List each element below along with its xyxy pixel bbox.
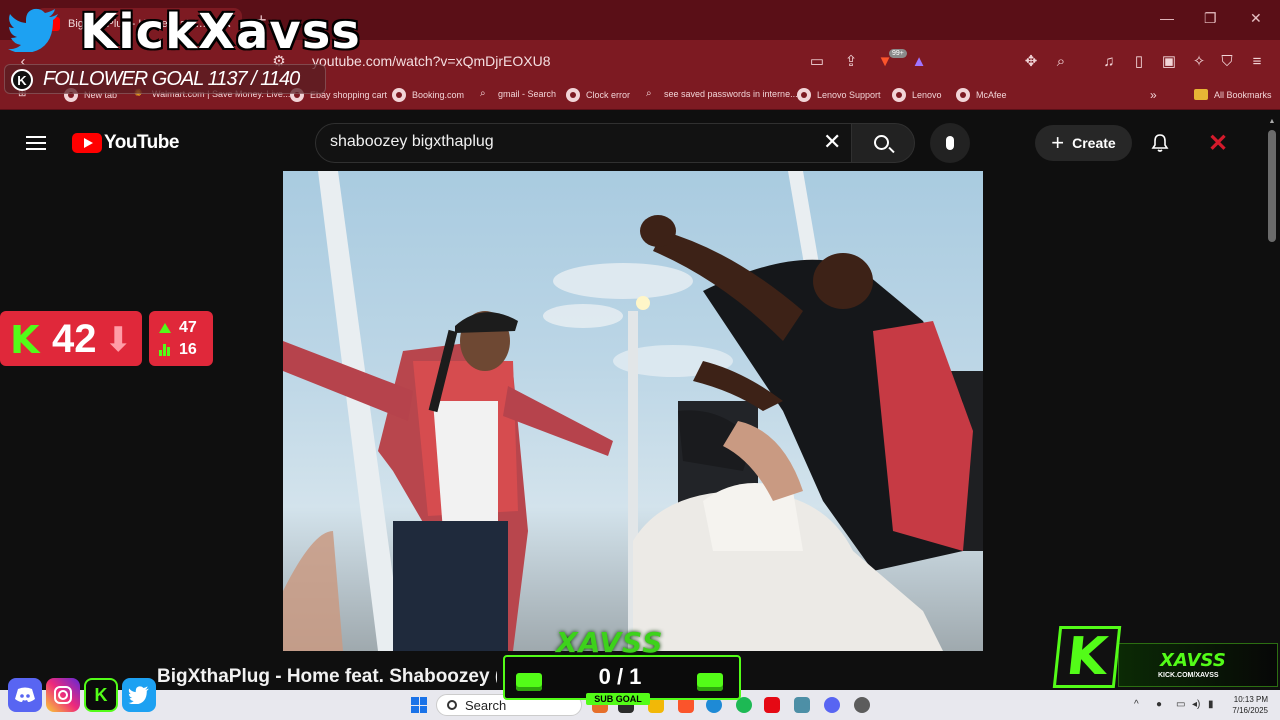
minimize-icon[interactable]: — (1160, 10, 1174, 26)
volume-icon[interactable]: ◂) (1192, 699, 1200, 710)
kick-viewer-widget: K 42 ⬇ (0, 311, 142, 366)
globe-icon (797, 88, 811, 102)
brand-url: KICK.COM/XAVSS (1158, 672, 1219, 679)
discord-icon (8, 678, 42, 712)
notifications-bell-icon[interactable] (1150, 133, 1170, 153)
tray-overflow-icon[interactable]: ^ (1134, 699, 1139, 710)
green-gem-icon (516, 673, 542, 691)
sidebar-icon[interactable]: ▯ (1130, 52, 1148, 70)
sub-goal-count: 0 / 1 (598, 664, 642, 689)
viewer-count: 42 (52, 317, 97, 361)
media-icon[interactable]: ♫ (1100, 52, 1118, 70)
netflix-icon[interactable] (764, 697, 780, 713)
plus-icon: + (1051, 130, 1065, 155)
bookmark-gmail-search[interactable]: ⌕ gmail - Search (480, 88, 556, 100)
discord-icon[interactable] (824, 697, 840, 713)
twitter-bird-icon (8, 8, 58, 52)
video-player[interactable] (283, 171, 983, 651)
close-window-icon[interactable]: ✕ (1250, 10, 1262, 27)
stats-widget: 47 16 (149, 311, 213, 366)
twitter-icon (122, 678, 156, 712)
bookmark-saved-passwords[interactable]: ⌕ see saved passwords in interne... (646, 88, 798, 100)
bookmark-booking[interactable]: Booking.com (392, 88, 464, 102)
scroll-up-arrow-icon[interactable]: ▲ (1268, 118, 1276, 125)
vpn-icon[interactable]: ⛉ (1218, 52, 1236, 70)
globe-icon (392, 88, 406, 102)
account-avatar-icon[interactable]: ✕ (1208, 129, 1228, 158)
kick-badge-icon: K (11, 69, 33, 91)
extensions-icon[interactable]: ✥ (1022, 52, 1040, 70)
stat-bars-row: 16 (159, 341, 197, 359)
brand-name: XAVSS (1160, 650, 1226, 671)
follower-goal-bar: K FOLLOWER GOAL 1137 / 1140 (4, 64, 326, 94)
wallet-icon[interactable]: ▣ (1160, 52, 1178, 70)
globe-icon (956, 88, 970, 102)
voice-search-button[interactable] (930, 123, 970, 163)
up-triangle-icon (159, 323, 171, 333)
bookmark-lenovo[interactable]: Lenovo (892, 88, 942, 102)
search-icon (447, 700, 457, 710)
streamer-name: KickXavss (80, 4, 361, 60)
youtube-logo-text[interactable]: YouTube (104, 132, 179, 154)
taskbar-app-icon[interactable] (794, 697, 810, 713)
maximize-icon[interactable]: ❐ (1204, 10, 1217, 27)
search-input[interactable] (330, 133, 790, 151)
mic-icon[interactable]: ● (1156, 699, 1162, 710)
instagram-icon (46, 678, 80, 712)
leo-ai-icon[interactable]: ✧ (1190, 52, 1208, 70)
green-gem-icon (697, 673, 723, 691)
follower-goal-text: FOLLOWER GOAL 1137 / 1140 (43, 68, 300, 90)
youtube-logo-icon[interactable] (72, 133, 102, 153)
video-title: BigXthaPlug - Home feat. Shaboozey (Offi (157, 666, 497, 687)
system-clock[interactable]: 10:13 PM 7/16/2025 (1222, 694, 1268, 716)
share-icon[interactable]: ⇪ (842, 52, 860, 70)
more-bookmarks-icon[interactable]: » (1150, 88, 1157, 102)
bar-chart-icon (159, 344, 171, 356)
bookmark-mcafee[interactable]: McAfee (956, 88, 1007, 102)
bookmark-lenovo-support[interactable]: Lenovo Support (797, 88, 881, 102)
social-icons: K (8, 678, 156, 712)
search-icon (874, 135, 889, 150)
stat-up-row: 47 (159, 319, 197, 337)
all-bookmarks[interactable]: All Bookmarks (1194, 89, 1272, 100)
shields-badge: 99+ (889, 49, 907, 58)
down-arrow-icon: ⬇ (104, 321, 133, 359)
cast-icon[interactable]: ▭ (808, 52, 826, 70)
bookmark-clock-error[interactable]: Clock error (566, 88, 630, 102)
start-windows-icon[interactable] (411, 697, 427, 713)
folder-icon (1194, 89, 1208, 100)
tab-search-icon[interactable]: ⌕ (1052, 52, 1070, 70)
sub-goal-title: XAVSS (556, 626, 664, 659)
menu-icon[interactable]: ≡ (1248, 52, 1266, 70)
sub-goal-label: SUB GOAL (586, 693, 650, 705)
globe-icon (566, 88, 580, 102)
kick-brand-logo-icon: K (1052, 626, 1122, 688)
search-icon: ⌕ (480, 88, 486, 99)
video-frame (283, 171, 983, 651)
obs-icon[interactable] (854, 697, 870, 713)
search-icon: ⌕ (646, 88, 652, 99)
network-icon[interactable]: ▭ (1176, 699, 1185, 710)
search-button[interactable] (851, 123, 915, 163)
battery-icon[interactable]: ▮ (1208, 699, 1214, 710)
kick-icon: K (84, 678, 118, 712)
create-button[interactable]: + Create (1035, 125, 1132, 161)
globe-icon (892, 88, 906, 102)
mic-icon (946, 136, 954, 150)
brave-rewards-icon[interactable]: ▲ (910, 52, 928, 70)
clear-search-icon[interactable]: ✕ (823, 131, 841, 153)
page-scrollbar[interactable] (1268, 130, 1276, 242)
guide-menu-icon[interactable] (26, 136, 46, 150)
kick-logo-icon: K (10, 318, 40, 362)
screen: BigXthaPlug - Home feat. Shaboozey (Offi… (0, 0, 1280, 720)
